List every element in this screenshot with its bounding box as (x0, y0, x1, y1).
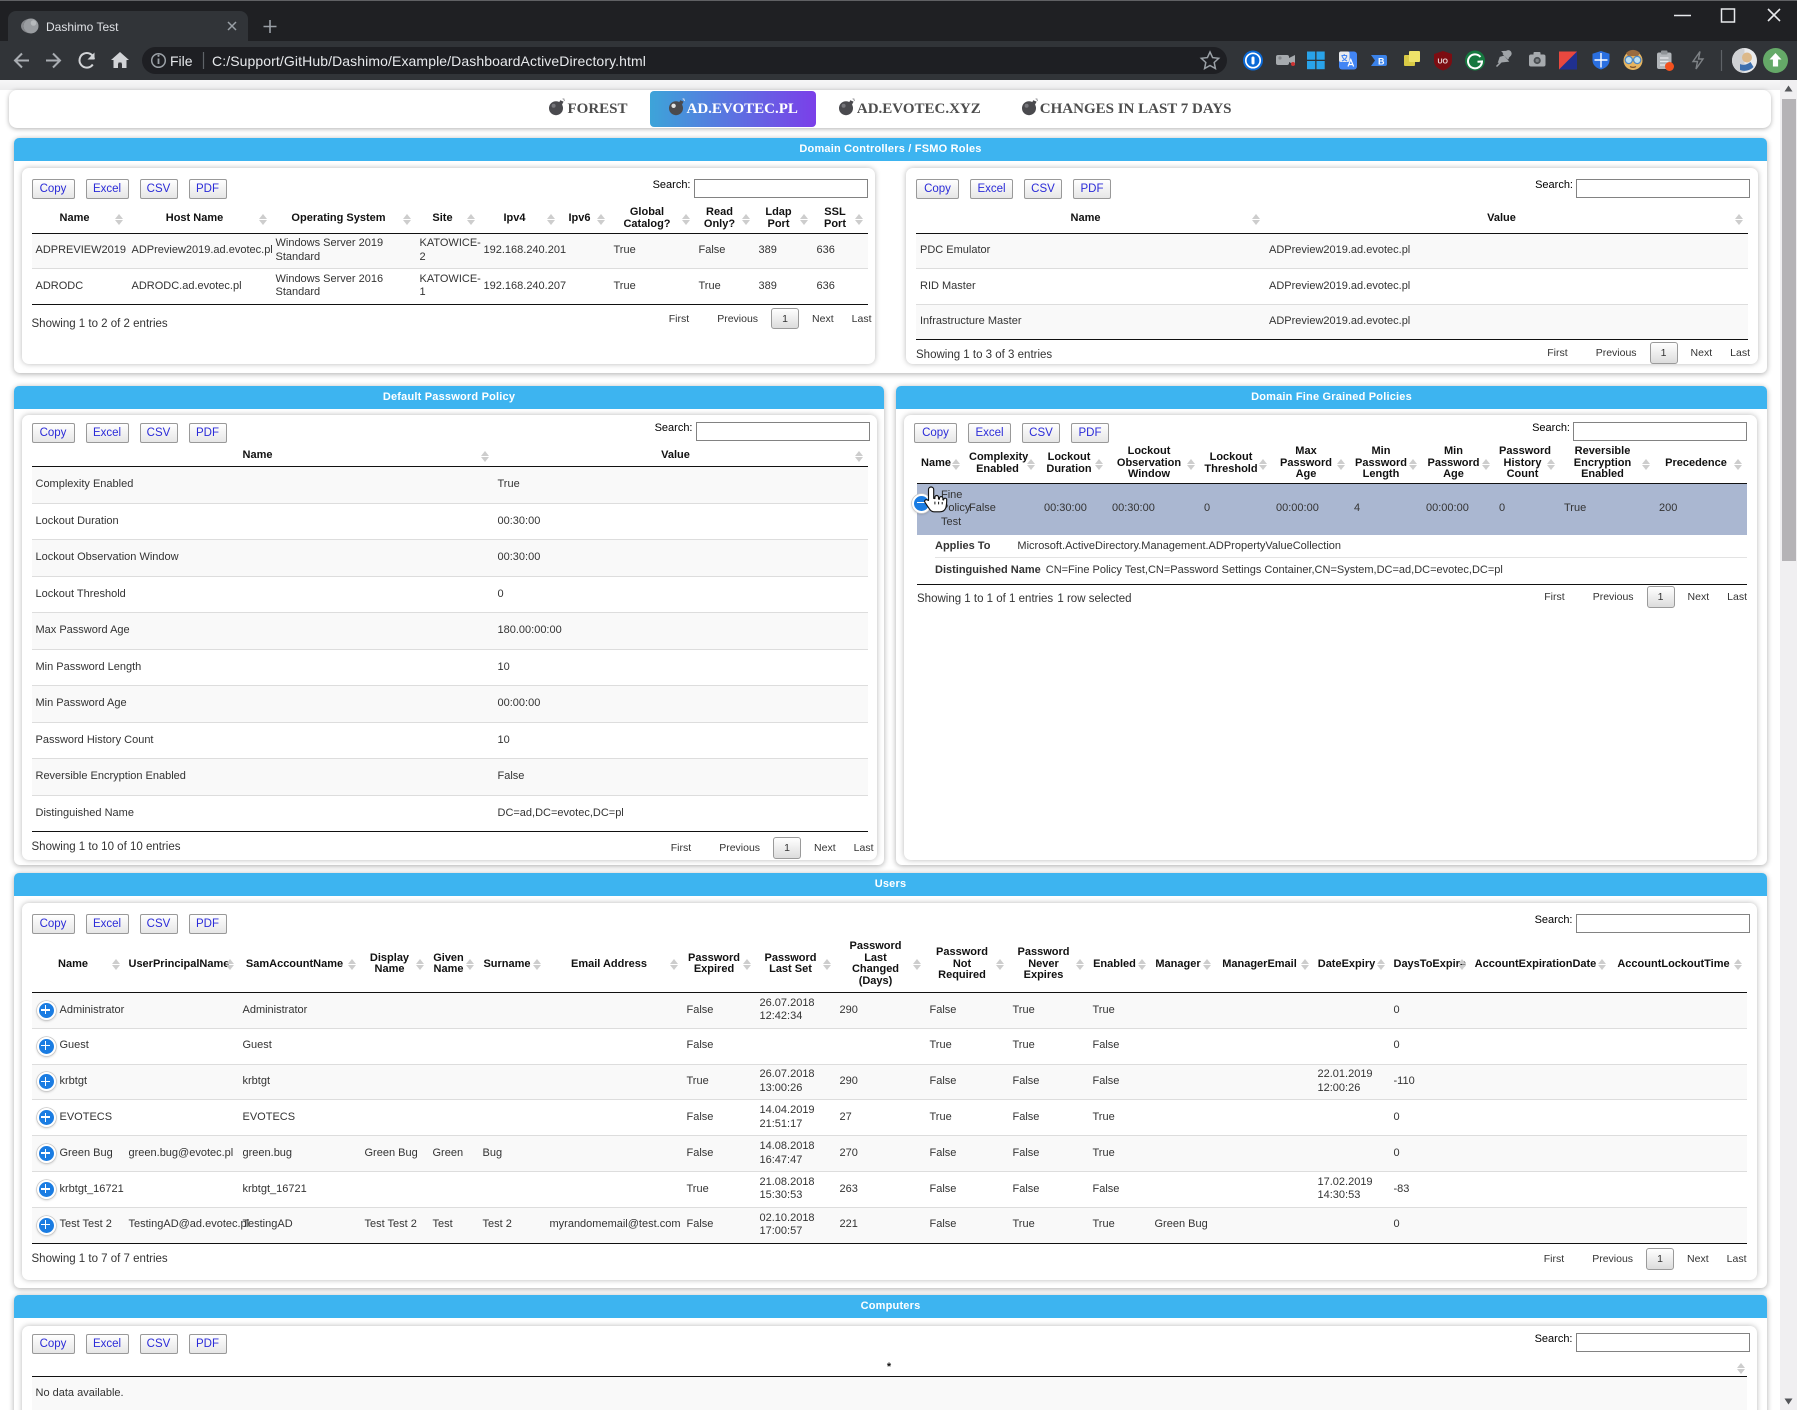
svg-text:UO: UO (1438, 59, 1449, 66)
svg-text:B: B (1378, 57, 1385, 67)
